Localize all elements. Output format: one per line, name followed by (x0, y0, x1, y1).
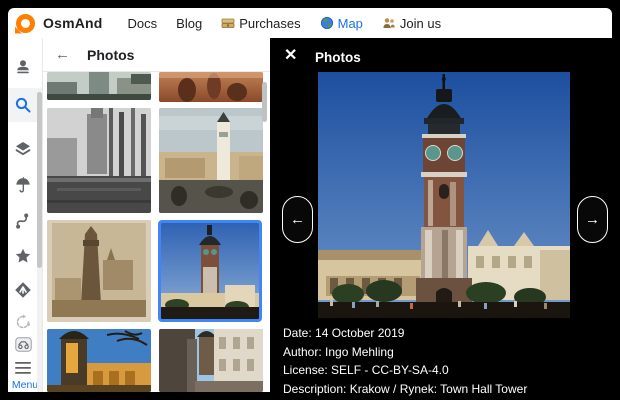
photos-scrollbar-thumb[interactable] (262, 82, 267, 122)
photo-description-line: Description: Krakow / Rynek: Town Hall T… (283, 380, 527, 399)
nav-link-label: Map (338, 16, 363, 31)
sidebar-item-favorites[interactable] (8, 243, 38, 269)
photo-thumbnail-6-selected[interactable] (158, 220, 262, 322)
vehicle-badge-icon (15, 337, 32, 352)
nav-link-purchases[interactable]: Purchases (221, 16, 300, 31)
photos-panel: ← Photos (42, 38, 270, 392)
photo-thumbnail-2[interactable] (159, 72, 263, 102)
next-photo-button[interactable]: → (577, 196, 608, 243)
join-us-people-icon (382, 16, 396, 30)
sidebar-item-plan-route[interactable] (8, 208, 38, 234)
photo-thumbnail-7[interactable] (47, 329, 151, 392)
route-icon (14, 212, 32, 230)
brand-title: OsmAnd (43, 15, 103, 31)
photo-details: Date: 14 October 2019 Author: Ingo Mehli… (283, 324, 527, 398)
photo-author-line: Author: Ingo Mehling (283, 343, 527, 362)
photo-thumbnail-4[interactable] (159, 108, 263, 213)
nav-link-label: Purchases (239, 16, 300, 31)
main-photo-krakow-town-hall-tower (318, 72, 570, 318)
osmand-logo-icon[interactable] (16, 14, 35, 33)
photos-panel-header: ← Photos (43, 38, 270, 72)
left-arrow-icon: ← (290, 211, 305, 228)
photo-date-line: Date: 14 October 2019 (283, 324, 527, 343)
star-icon (14, 247, 32, 265)
logo-ring (16, 14, 35, 33)
nav-links: Docs Blog Purchases (128, 16, 442, 31)
travel-loop-icon (14, 313, 32, 331)
account-icon (14, 58, 32, 76)
photos-panel-title: Photos (87, 47, 134, 63)
umbrella-icon (14, 176, 32, 194)
photo-thumbnail-5[interactable] (47, 220, 151, 322)
map-globe-icon (320, 16, 334, 30)
back-arrow-icon[interactable]: ← (55, 47, 70, 62)
nav-link-blog[interactable]: Blog (176, 16, 202, 31)
purchases-banknotes-icon (221, 16, 235, 30)
right-arrow-icon: → (585, 211, 600, 228)
photo-thumbnail-8[interactable] (159, 329, 263, 392)
sidebar-menu-button[interactable] (8, 355, 38, 381)
sidebar-item-account[interactable] (8, 54, 38, 80)
photo-thumbnail-3[interactable] (47, 108, 151, 213)
sidebar-item-search[interactable] (8, 92, 38, 118)
sidebar-item-configure-map[interactable] (8, 136, 38, 162)
top-navbar: OsmAnd Docs Blog Purchases (8, 8, 612, 38)
nav-link-join-us[interactable]: Join us (382, 16, 441, 31)
nav-link-label: Join us (400, 16, 441, 31)
previous-photo-button[interactable]: ← (282, 196, 313, 243)
nav-link-label: Blog (176, 16, 202, 31)
sidebar-item-navigation[interactable] (8, 277, 38, 303)
photo-thumbnail-1[interactable] (47, 72, 151, 100)
nav-link-docs[interactable]: Docs (128, 16, 158, 31)
nav-link-label: Docs (128, 16, 158, 31)
sidebar-item-vehicle-metrics[interactable] (8, 331, 38, 357)
directions-diamond-icon (14, 281, 32, 299)
hamburger-menu-icon (14, 361, 32, 375)
layers-icon (14, 140, 32, 158)
viewer-title: Photos (315, 50, 361, 65)
photo-license-line: License: SELF - CC-BY-SA-4.0 (283, 361, 527, 380)
close-icon[interactable]: ✕ (284, 48, 297, 64)
search-icon (14, 96, 32, 114)
photo-viewer-panel: ✕ Photos (270, 38, 612, 392)
nav-link-map[interactable]: Map (320, 16, 363, 31)
main-sidebar: Menu (8, 38, 42, 392)
sidebar-item-weather[interactable] (8, 172, 38, 198)
